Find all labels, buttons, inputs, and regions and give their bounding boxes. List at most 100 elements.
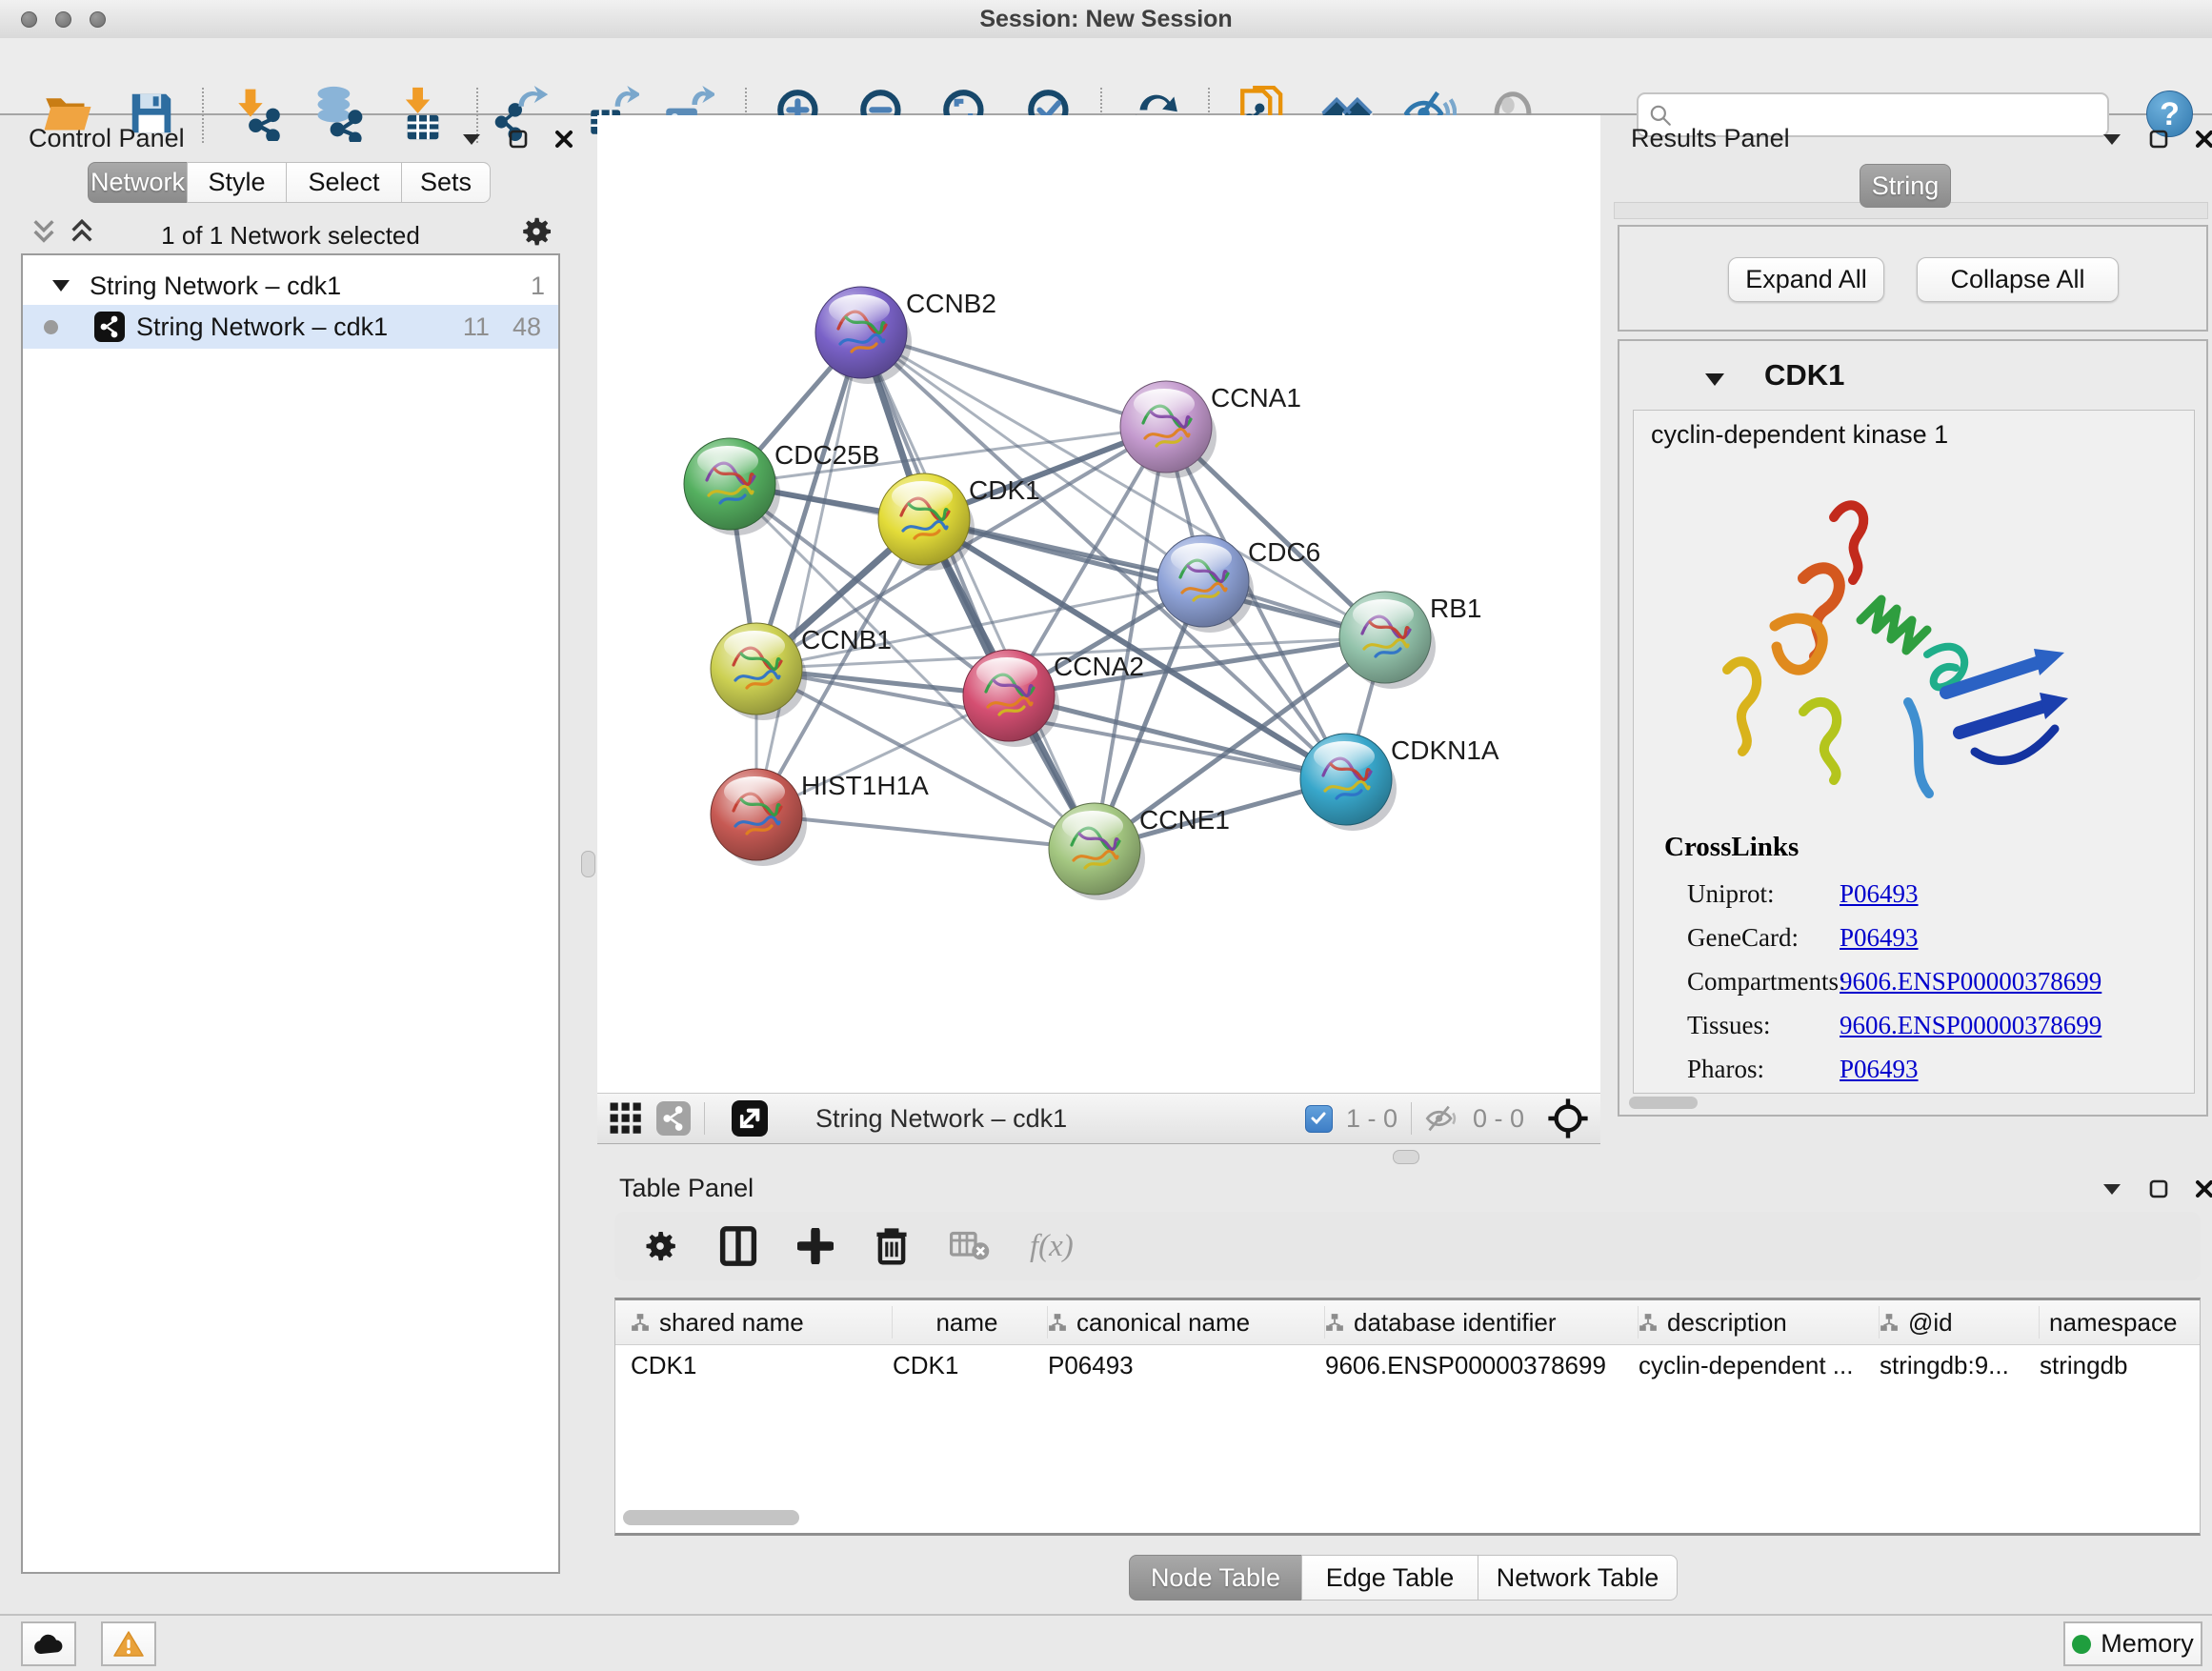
network-status-dot xyxy=(44,320,58,334)
network-canvas[interactable]: CCNB2CCNA1CDC25BCDK1CDC6RB1CCNB1CCNA2CDK… xyxy=(597,115,1600,1093)
toolbar-divider xyxy=(1411,1102,1412,1135)
control-panel-title: Control Panel xyxy=(29,124,185,153)
collection-count: 1 xyxy=(531,272,545,301)
left-splitter-handle[interactable] xyxy=(581,851,595,877)
crosslink-row: Uniprot: P06493 xyxy=(1687,879,1919,909)
network-node-HIST1H1A[interactable]: HIST1H1A xyxy=(711,769,929,866)
table-panel-title: Table Panel xyxy=(619,1174,754,1203)
table-horizontal-scrollbar[interactable] xyxy=(623,1510,799,1525)
tab-network[interactable]: Network xyxy=(88,162,188,203)
birdseye-view-icon[interactable] xyxy=(656,1101,691,1136)
control-panel-tabs: NetworkStyleSelectSets xyxy=(88,162,490,203)
show-columns-icon[interactable] xyxy=(719,1225,757,1267)
network-node-RB1[interactable]: RB1 xyxy=(1339,592,1481,689)
tab-network-table[interactable]: Network Table xyxy=(1478,1555,1678,1601)
network-node-CCNE1[interactable]: CCNE1 xyxy=(1049,803,1230,900)
crosslink-link[interactable]: P06493 xyxy=(1840,1055,1919,1084)
node-label-HIST1H1A: HIST1H1A xyxy=(801,771,929,800)
import-network-from-file-button[interactable] xyxy=(228,82,291,145)
network-item-label: String Network – cdk1 xyxy=(136,312,388,342)
node-label-CCNA1: CCNA1 xyxy=(1211,383,1301,413)
network-tree-root-row[interactable]: String Network – cdk1 1 xyxy=(23,267,558,305)
panel-close-icon[interactable] xyxy=(554,130,573,149)
crosslink-link[interactable]: 9606.ENSP00000378699 xyxy=(1840,1011,2101,1040)
results-buttons-box: Expand All Collapse All xyxy=(1618,225,2208,332)
column-header[interactable]: description xyxy=(1639,1306,1880,1339)
selected-nodes-checkbox[interactable] xyxy=(1305,1105,1333,1133)
fit-selected-crosshair-icon[interactable] xyxy=(1547,1097,1589,1139)
tree-expand-icon[interactable] xyxy=(51,278,70,293)
crosslink-link[interactable]: P06493 xyxy=(1840,923,1919,953)
memory-button[interactable]: Memory xyxy=(2063,1621,2202,1666)
tab-select[interactable]: Select xyxy=(286,162,402,203)
panel-float-icon[interactable] xyxy=(2149,130,2168,149)
tab-node-table[interactable]: Node Table xyxy=(1129,1555,1302,1601)
crosslinks-heading: CrossLinks xyxy=(1664,832,1799,863)
horizontal-splitter-handle[interactable] xyxy=(1393,1150,1419,1164)
edge-count: 48 xyxy=(513,312,541,342)
node-table: shared name name canonical name database… xyxy=(614,1298,2201,1536)
column-header[interactable]: @id xyxy=(1880,1306,2040,1339)
panel-close-icon[interactable] xyxy=(2195,1179,2212,1198)
network-node-CCNB1[interactable]: CCNB1 xyxy=(711,623,892,720)
network-node-CCNB2[interactable]: CCNB2 xyxy=(815,287,996,384)
titlebar: Session: New Session xyxy=(0,0,2212,39)
network-tree-selected-row[interactable]: String Network – cdk1 11 48 xyxy=(23,305,558,349)
node-label-CDKN1A: CDKN1A xyxy=(1391,735,1499,765)
add-column-icon[interactable] xyxy=(797,1228,834,1264)
column-header[interactable]: namespace xyxy=(2040,1306,2182,1339)
panel-menu-icon[interactable] xyxy=(2101,1182,2122,1196)
import-network-icon xyxy=(231,86,287,141)
hidden-items-icon xyxy=(1425,1104,1459,1133)
results-horizontal-scrollbar[interactable] xyxy=(1629,1097,1698,1109)
panel-float-icon[interactable] xyxy=(2149,1179,2168,1198)
column-header[interactable]: shared name xyxy=(631,1306,893,1339)
network-node-CCNA1[interactable]: CCNA1 xyxy=(1120,381,1301,478)
entry-collapse-icon[interactable] xyxy=(1703,372,1726,387)
grid-view-icon[interactable] xyxy=(609,1101,643,1136)
tab-style[interactable]: Style xyxy=(187,162,287,203)
crosslink-link[interactable]: 9606.ENSP00000378699 xyxy=(1840,967,2101,997)
tab-string[interactable]: String xyxy=(1860,164,1951,208)
panel-menu-icon[interactable] xyxy=(2101,132,2122,146)
toolbar-divider xyxy=(704,1102,705,1135)
table-row[interactable]: CDK1 CDK1 P06493 9606.ENSP00000378699 cy… xyxy=(615,1345,2200,1385)
protein-structure-image xyxy=(1691,466,2091,820)
cloud-status-button[interactable] xyxy=(21,1621,76,1666)
delete-column-icon[interactable] xyxy=(874,1226,910,1266)
network-options-gear-icon[interactable] xyxy=(518,213,554,250)
column-type-icon xyxy=(631,1313,650,1332)
network-node-CDK1[interactable]: CDK1 xyxy=(878,473,1040,571)
expand-all-button[interactable]: Expand All xyxy=(1728,257,1884,302)
network-node-CDKN1A[interactable]: CDKN1A xyxy=(1300,734,1499,831)
panel-float-icon[interactable] xyxy=(509,130,528,149)
network-canvas-container: CCNB2CCNA1CDC25BCDK1CDC6RB1CCNB1CCNA2CDK… xyxy=(597,115,1600,1093)
tab-sets[interactable]: Sets xyxy=(401,162,491,203)
crosslink-link[interactable]: P06493 xyxy=(1840,879,1919,909)
panel-menu-icon[interactable] xyxy=(461,132,482,146)
open-in-window-icon[interactable] xyxy=(732,1100,768,1137)
hidden-counts: 0 - 0 xyxy=(1473,1104,1524,1134)
collapse-all-button[interactable]: Collapse All xyxy=(1917,257,2119,302)
warnings-button[interactable] xyxy=(101,1621,156,1666)
column-header[interactable]: name xyxy=(893,1306,1048,1339)
delete-table-icon xyxy=(950,1230,990,1262)
table-settings-gear-icon[interactable] xyxy=(641,1227,679,1265)
tab-edge-table[interactable]: Edge Table xyxy=(1301,1555,1478,1601)
expand-all-tree-icon[interactable] xyxy=(67,217,97,246)
panel-close-icon[interactable] xyxy=(2195,130,2212,149)
collapse-all-tree-icon[interactable] xyxy=(29,217,59,246)
network-node-CDC25B[interactable]: CDC25B xyxy=(684,438,879,535)
network-view-toolbar: String Network – cdk1 1 - 0 0 - 0 xyxy=(597,1093,1600,1144)
window-title: Session: New Session xyxy=(0,0,2212,38)
network-node-CCNA2[interactable]: CCNA2 xyxy=(963,650,1144,747)
column-type-icon xyxy=(1639,1313,1658,1332)
crosslink-row: Pharos: P06493 xyxy=(1687,1055,1919,1084)
import-network-from-database-button[interactable] xyxy=(308,82,371,145)
column-header[interactable]: database identifier xyxy=(1325,1306,1639,1339)
function-builder-icon: f(x) xyxy=(1030,1229,1074,1264)
import-table-from-file-button[interactable] xyxy=(392,82,454,145)
column-header[interactable]: canonical name xyxy=(1048,1306,1325,1339)
import-database-icon xyxy=(311,85,368,142)
network-selection-status: 1 of 1 Network selected xyxy=(114,221,467,251)
